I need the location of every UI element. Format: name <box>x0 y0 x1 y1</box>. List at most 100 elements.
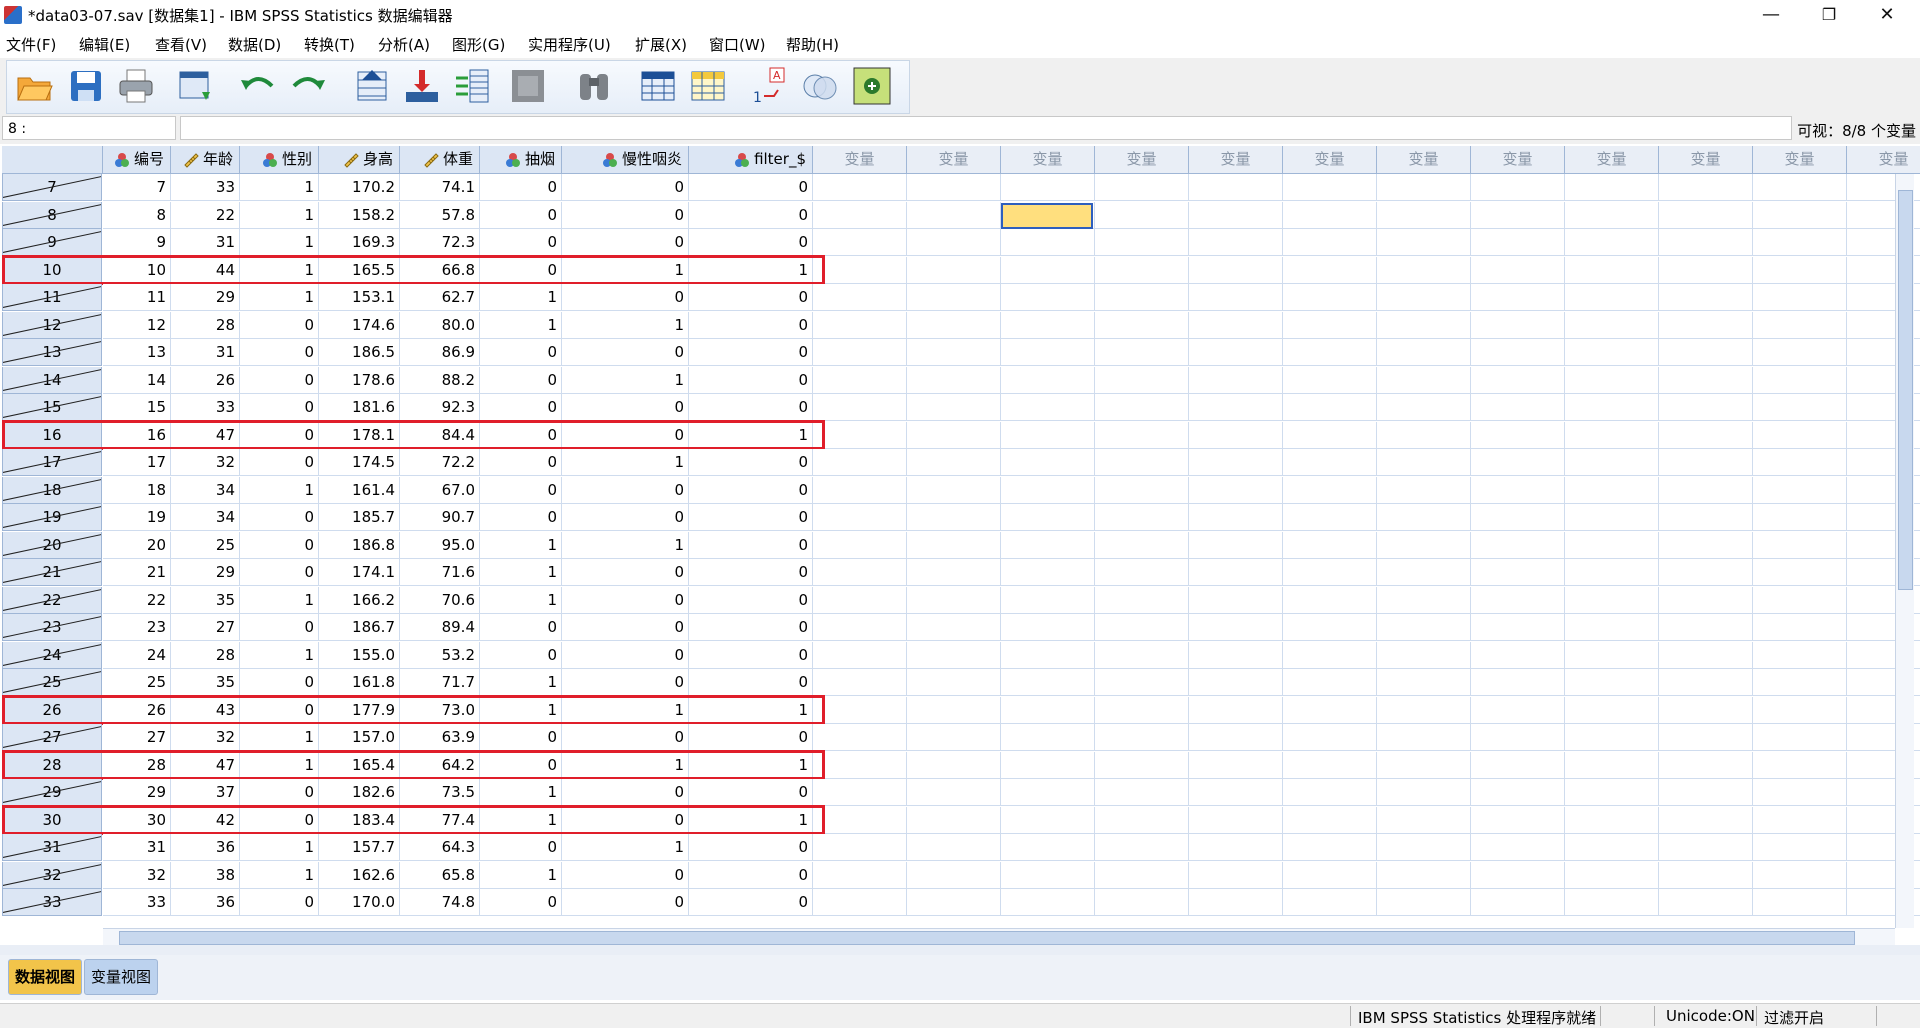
data-cell[interactable]: 166.2 <box>319 586 400 614</box>
empty-cell[interactable] <box>1659 834 1753 861</box>
empty-cell[interactable] <box>813 641 907 669</box>
data-cell[interactable]: 1 <box>562 311 689 339</box>
empty-cell[interactable] <box>1377 531 1471 559</box>
data-cell[interactable]: 0 <box>480 394 562 421</box>
data-cell[interactable]: 34 <box>171 476 240 504</box>
data-cell[interactable]: 1 <box>480 559 562 586</box>
menu-data[interactable]: 数据(D) <box>228 34 281 55</box>
data-cell[interactable]: 0 <box>689 504 813 531</box>
run-descriptives-icon[interactable] <box>508 66 548 106</box>
empty-cell[interactable] <box>1095 256 1189 284</box>
empty-cell[interactable] <box>1565 889 1659 916</box>
column-header[interactable]: 年龄 <box>171 146 240 174</box>
empty-cell[interactable] <box>1471 476 1565 504</box>
empty-cell[interactable] <box>1001 174 1095 201</box>
row-header[interactable]: 9 <box>2 229 102 256</box>
empty-column-header[interactable]: 变量 <box>1283 146 1377 174</box>
row-header[interactable]: 24 <box>2 641 102 669</box>
menu-help[interactable]: 帮助(H) <box>786 34 839 55</box>
data-cell[interactable]: 0 <box>562 586 689 614</box>
empty-cell[interactable] <box>1471 339 1565 366</box>
row-header[interactable]: 8 <box>2 201 102 229</box>
data-cell[interactable]: 174.1 <box>319 559 400 586</box>
menu-window[interactable]: 窗口(W) <box>709 34 766 55</box>
empty-cell[interactable] <box>1377 421 1471 449</box>
data-cell[interactable]: 22 <box>103 586 171 614</box>
empty-cell[interactable] <box>1095 586 1189 614</box>
empty-cell[interactable] <box>1565 834 1659 861</box>
empty-cell[interactable] <box>1001 834 1095 861</box>
empty-cell[interactable] <box>1753 614 1847 641</box>
empty-cell[interactable] <box>1095 421 1189 449</box>
empty-column-header[interactable]: 变量 <box>1001 146 1095 174</box>
empty-cell[interactable] <box>1001 806 1095 834</box>
menu-graphs[interactable]: 图形(G) <box>452 34 505 55</box>
data-cell[interactable]: 28 <box>171 311 240 339</box>
data-cell[interactable]: 73.5 <box>400 779 480 806</box>
empty-cell[interactable] <box>1565 641 1659 669</box>
empty-cell[interactable] <box>1377 256 1471 284</box>
data-cell[interactable]: 0 <box>480 724 562 751</box>
data-cell[interactable]: 0 <box>562 779 689 806</box>
data-cell[interactable]: 1 <box>240 284 319 311</box>
empty-cell[interactable] <box>1189 504 1283 531</box>
corner-header[interactable] <box>2 146 103 174</box>
print-icon[interactable] <box>116 66 156 106</box>
empty-cell[interactable] <box>1095 449 1189 476</box>
data-cell[interactable]: 0 <box>562 614 689 641</box>
empty-cell[interactable] <box>1189 779 1283 806</box>
empty-cell[interactable] <box>907 421 1001 449</box>
empty-cell[interactable] <box>1189 559 1283 586</box>
data-cell[interactable]: 88.2 <box>400 366 480 394</box>
row-header[interactable]: 27 <box>2 724 102 751</box>
empty-cell[interactable] <box>1471 724 1565 751</box>
data-cell[interactable]: 0 <box>689 559 813 586</box>
data-cell[interactable]: 15 <box>103 394 171 421</box>
data-cell[interactable]: 32 <box>103 861 171 889</box>
data-cell[interactable]: 0 <box>240 311 319 339</box>
empty-cell[interactable] <box>1471 586 1565 614</box>
empty-cell[interactable] <box>1095 779 1189 806</box>
empty-cell[interactable] <box>1565 201 1659 229</box>
data-cell[interactable]: 21 <box>103 559 171 586</box>
data-cell[interactable]: 0 <box>689 614 813 641</box>
empty-cell[interactable] <box>1095 174 1189 201</box>
data-cell[interactable]: 31 <box>171 229 240 256</box>
empty-cell[interactable] <box>1565 174 1659 201</box>
empty-cell[interactable] <box>1753 229 1847 256</box>
empty-cell[interactable] <box>1471 366 1565 394</box>
empty-cell[interactable] <box>1565 696 1659 724</box>
empty-cell[interactable] <box>1283 421 1377 449</box>
empty-column-header[interactable]: 变量 <box>1377 146 1471 174</box>
data-cell[interactable]: 11 <box>103 284 171 311</box>
empty-cell[interactable] <box>1189 476 1283 504</box>
empty-cell[interactable] <box>1377 751 1471 779</box>
split-file-icon[interactable]: A1 <box>750 66 790 106</box>
empty-cell[interactable] <box>1001 476 1095 504</box>
data-cell[interactable]: 0 <box>480 834 562 861</box>
menu-transform[interactable]: 转换(T) <box>304 34 355 55</box>
empty-cell[interactable] <box>1189 724 1283 751</box>
data-cell[interactable]: 0 <box>689 284 813 311</box>
empty-cell[interactable] <box>1377 284 1471 311</box>
data-cell[interactable]: 32 <box>171 449 240 476</box>
data-cell[interactable]: 170.2 <box>319 174 400 201</box>
empty-cell[interactable] <box>1753 394 1847 421</box>
cell-value-field[interactable] <box>180 116 1792 140</box>
row-header[interactable]: 23 <box>2 614 102 641</box>
row-header[interactable]: 31 <box>2 834 102 861</box>
empty-cell[interactable] <box>1001 256 1095 284</box>
data-cell[interactable]: 0 <box>480 201 562 229</box>
empty-cell[interactable] <box>1659 476 1753 504</box>
data-cell[interactable]: 0 <box>480 339 562 366</box>
data-cell[interactable]: 0 <box>562 641 689 669</box>
data-cell[interactable]: 0 <box>689 366 813 394</box>
empty-cell[interactable] <box>1001 339 1095 366</box>
empty-cell[interactable] <box>1565 229 1659 256</box>
empty-column-header[interactable]: 变量 <box>1753 146 1847 174</box>
empty-cell[interactable] <box>1189 889 1283 916</box>
data-cell[interactable]: 162.6 <box>319 861 400 889</box>
data-cell[interactable]: 0 <box>240 531 319 559</box>
empty-cell[interactable] <box>1659 751 1753 779</box>
empty-cell[interactable] <box>1659 311 1753 339</box>
